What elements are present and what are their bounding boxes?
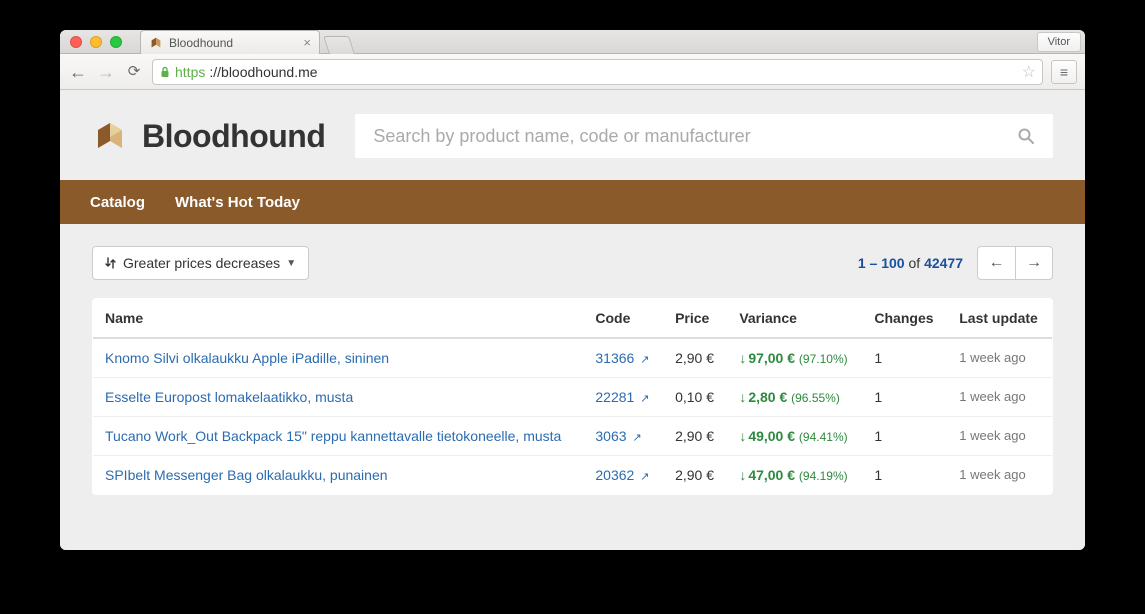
app-name: Bloodhound [142, 118, 325, 155]
arrow-down-icon: ↓ [739, 350, 746, 366]
table-row: Knomo Silvi olkalaukku Apple iPadille, s… [93, 338, 1053, 378]
arrow-down-icon: ↓ [739, 428, 746, 444]
prev-page-button[interactable]: ← [977, 246, 1015, 280]
next-page-button[interactable]: → [1015, 246, 1053, 280]
url-host: ://bloodhound.me [209, 64, 317, 80]
sort-label: Greater prices decreases [123, 255, 280, 271]
close-window-button[interactable] [70, 36, 82, 48]
window-controls [60, 36, 122, 48]
product-code-link[interactable]: 31366 [595, 350, 634, 366]
col-last-update[interactable]: Last update [947, 299, 1052, 339]
favicon-icon [149, 36, 163, 50]
url-scheme: https [175, 64, 205, 80]
variance-cell: ↓49,00 € (94.41%) [727, 417, 862, 456]
variance-cell: ↓97,00 € (97.10%) [727, 338, 862, 378]
changes-cell: 1 [862, 417, 947, 456]
controls-row: Greater prices decreases ▼ 1 – 100 of 42… [92, 246, 1053, 280]
sort-dropdown[interactable]: Greater prices decreases ▼ [92, 246, 309, 280]
search-input[interactable] [373, 126, 1017, 147]
changes-cell: 1 [862, 378, 947, 417]
tab-strip: Bloodhound × [140, 30, 352, 54]
pagination-info: 1 – 100 of 42477 [858, 255, 963, 271]
nav-catalog[interactable]: Catalog [90, 194, 145, 211]
tab-title: Bloodhound [169, 36, 233, 50]
col-changes[interactable]: Changes [862, 299, 947, 339]
browser-tab[interactable]: Bloodhound × [140, 30, 320, 54]
external-link-icon[interactable]: ↗ [640, 393, 649, 405]
page-content: Bloodhound Catalog What's Hot Today Grea… [60, 90, 1085, 550]
url-input[interactable]: https://bloodhound.me ☆ [152, 59, 1043, 85]
logo-icon [92, 118, 128, 154]
arrow-down-icon: ↓ [739, 467, 746, 483]
col-variance[interactable]: Variance [727, 299, 862, 339]
product-name-link[interactable]: Esselte Europost lomakelaatikko, musta [105, 389, 353, 405]
search-icon[interactable] [1017, 127, 1035, 145]
changes-cell: 1 [862, 456, 947, 495]
last-update-cell: 1 week ago [947, 338, 1052, 378]
pagination-buttons: ← → [977, 246, 1053, 280]
results-table: Name Code Price Variance Changes Last up… [92, 298, 1053, 495]
window-titlebar: Bloodhound × Vitor [60, 30, 1085, 54]
table-row: SPIbelt Messenger Bag olkalaukku, punain… [93, 456, 1053, 495]
search-box [355, 114, 1053, 158]
external-link-icon[interactable]: ↗ [632, 432, 641, 444]
external-link-icon[interactable]: ↗ [640, 354, 649, 366]
close-tab-icon[interactable]: × [303, 35, 311, 50]
external-link-icon[interactable]: ↗ [640, 471, 649, 483]
table-row: Tucano Work_Out Backpack 15" reppu kanne… [93, 417, 1053, 456]
reload-button[interactable]: ⟳ [124, 64, 144, 79]
product-name-link[interactable]: Knomo Silvi olkalaukku Apple iPadille, s… [105, 350, 389, 366]
last-update-cell: 1 week ago [947, 417, 1052, 456]
forward-button[interactable]: → [96, 63, 116, 81]
product-code-link[interactable]: 20362 [595, 467, 634, 483]
last-update-cell: 1 week ago [947, 378, 1052, 417]
brand[interactable]: Bloodhound [92, 118, 325, 155]
product-code-link[interactable]: 22281 [595, 389, 634, 405]
price-cell: 2,90 € [663, 456, 727, 495]
page-header: Bloodhound [60, 90, 1085, 180]
col-name[interactable]: Name [93, 299, 584, 339]
of-word: of [908, 255, 920, 271]
page-total: 42477 [924, 255, 963, 271]
back-button[interactable]: ← [68, 63, 88, 81]
product-code-link[interactable]: 3063 [595, 428, 626, 444]
price-cell: 0,10 € [663, 378, 727, 417]
arrow-down-icon: ↓ [739, 389, 746, 405]
variance-cell: ↓47,00 € (94.19%) [727, 456, 862, 495]
profile-button[interactable]: Vitor [1037, 32, 1081, 52]
lock-icon [159, 66, 171, 78]
new-tab-button[interactable] [323, 36, 355, 54]
table-header-row: Name Code Price Variance Changes Last up… [93, 299, 1053, 339]
price-cell: 2,90 € [663, 338, 727, 378]
content-area: Greater prices decreases ▼ 1 – 100 of 42… [60, 224, 1085, 517]
browser-window: Bloodhound × Vitor ← → ⟳ https://bloodho… [60, 30, 1085, 550]
col-price[interactable]: Price [663, 299, 727, 339]
bookmark-star-icon[interactable]: ☆ [1022, 62, 1036, 82]
price-cell: 2,90 € [663, 417, 727, 456]
product-name-link[interactable]: Tucano Work_Out Backpack 15" reppu kanne… [105, 428, 561, 444]
last-update-cell: 1 week ago [947, 456, 1052, 495]
page-range: 1 – 100 [858, 255, 905, 271]
product-name-link[interactable]: SPIbelt Messenger Bag olkalaukku, punain… [105, 467, 388, 483]
col-code[interactable]: Code [583, 299, 663, 339]
address-bar: ← → ⟳ https://bloodhound.me ☆ ≡ [60, 54, 1085, 90]
main-nav: Catalog What's Hot Today [60, 180, 1085, 224]
maximize-window-button[interactable] [110, 36, 122, 48]
menu-button[interactable]: ≡ [1051, 60, 1077, 84]
chevron-down-icon: ▼ [286, 258, 296, 269]
minimize-window-button[interactable] [90, 36, 102, 48]
variance-cell: ↓2,80 € (96.55%) [727, 378, 862, 417]
changes-cell: 1 [862, 338, 947, 378]
table-row: Esselte Europost lomakelaatikko, musta 22… [93, 378, 1053, 417]
sort-icon [105, 257, 117, 269]
nav-whats-hot[interactable]: What's Hot Today [175, 194, 300, 211]
